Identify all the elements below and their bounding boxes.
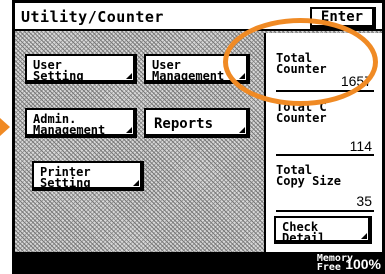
counter-underline — [276, 90, 374, 92]
total-c-counter-value: 114 — [349, 138, 372, 154]
total-copy-size-value: 35 — [356, 193, 372, 209]
total-counter-label-2: Counter — [276, 62, 327, 76]
user-management-label-2: Management — [152, 69, 225, 83]
total-counter-label: Total Counter — [276, 52, 327, 76]
corner-triangle-icon — [239, 127, 245, 133]
printer-setting-button[interactable]: Printer Setting — [32, 161, 144, 191]
user-setting-label-2: Setting — [33, 69, 84, 83]
reports-button[interactable]: Reports — [144, 108, 250, 138]
orange-arrow-icon — [0, 118, 10, 136]
counter-underline — [276, 210, 374, 212]
total-counter-value: 1657 — [340, 73, 372, 89]
device-screen: Utility/Counter Enter User Setting User … — [12, 0, 385, 274]
title-bar: Utility/Counter Enter — [15, 3, 382, 31]
check-detail-button[interactable]: Check Detail — [274, 216, 372, 244]
corner-triangle-icon — [126, 127, 132, 133]
reports-label: Reports — [154, 116, 214, 132]
admin-management-button[interactable]: Admin. Management — [25, 108, 137, 138]
admin-management-label-2: Management — [33, 123, 106, 137]
check-detail-label-2: Detail — [282, 231, 326, 245]
corner-triangle-icon — [361, 233, 367, 239]
corner-triangle-icon — [126, 73, 132, 79]
corner-triangle-icon — [239, 73, 245, 79]
total-c-counter-label: Total C Counter — [276, 101, 327, 125]
user-management-button[interactable]: User Management — [144, 54, 250, 84]
page-title: Utility/Counter — [21, 8, 164, 26]
total-copy-size-label-2: Copy Size — [276, 174, 342, 188]
total-c-counter-label-2: Counter — [276, 111, 327, 125]
status-bar: Memory Free 100% — [12, 252, 385, 274]
corner-triangle-icon — [133, 180, 139, 186]
memory-free-value: 100% — [345, 256, 381, 272]
counter-underline — [276, 154, 374, 156]
utility-panel: Utility/Counter Enter User Setting User … — [15, 3, 382, 252]
counter-column: Total Counter 1657 Total C Counter 114 T… — [264, 33, 382, 252]
user-setting-button[interactable]: User Setting — [25, 54, 137, 84]
printer-setting-label-2: Setting — [40, 176, 91, 190]
total-copy-size-label: Total Copy Size — [276, 164, 342, 188]
enter-button[interactable]: Enter — [310, 7, 376, 29]
